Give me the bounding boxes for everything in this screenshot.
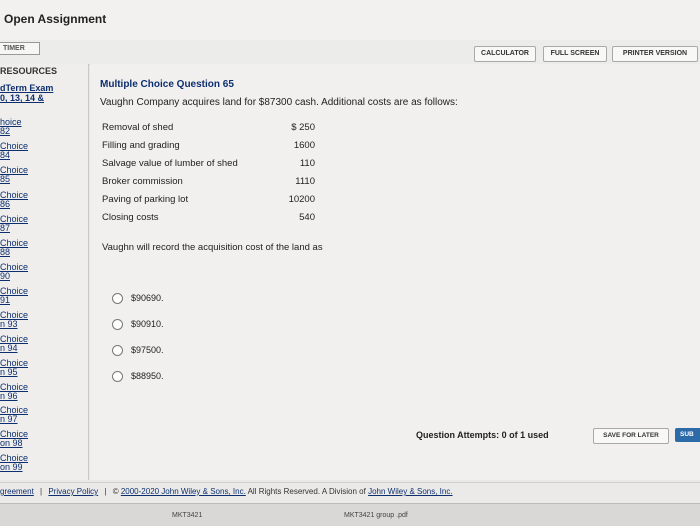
sidebar-choice-number[interactable]: on 98 [0, 438, 23, 449]
sidebar-choice-number[interactable]: 88 [0, 247, 10, 258]
sidebar-choice-number[interactable]: n 93 [0, 319, 18, 330]
privacy-policy-link[interactable]: Privacy Policy [48, 487, 98, 496]
question-panel [90, 64, 700, 480]
agreement-link[interactable]: greement [0, 487, 34, 496]
question-attempts: Question Attempts: 0 of 1 used [416, 430, 549, 440]
window-title: Open Assignment [4, 12, 107, 26]
full-screen-button[interactable]: FULL SCREEN [543, 46, 607, 62]
rights-text: All Rights Reserved. A Division of [247, 487, 366, 496]
cost-value: 10200 [288, 194, 315, 205]
sidebar-choice-number[interactable]: n 97 [0, 414, 18, 425]
sidebar-choice-number[interactable]: 84 [0, 150, 10, 161]
resources-heading: RESOURCES [0, 66, 58, 76]
sidebar-choice-number[interactable]: 85 [0, 174, 10, 185]
download-item[interactable]: MKT3421 group .pdf [344, 512, 408, 519]
radio-button[interactable] [112, 371, 123, 382]
cost-value: 1110 [295, 176, 315, 187]
cost-value: 540 [299, 212, 315, 223]
cost-value: $ 250 [291, 122, 315, 133]
cost-label: Salvage value of lumber of shed [102, 158, 238, 169]
footer-links: greement | Privacy Policy | © 2000-2020 … [0, 487, 453, 496]
answer-option-label[interactable]: $97500. [131, 345, 164, 355]
sidebar-choice-number[interactable]: n 94 [0, 343, 18, 354]
footer-separator: | [104, 487, 107, 496]
calculator-button[interactable]: CALCULATOR [474, 46, 536, 62]
question-text: Vaughn Company acquires land for $87300 … [100, 97, 458, 108]
radio-button[interactable] [112, 345, 123, 356]
sidebar-choice-number[interactable]: 82 [0, 126, 10, 137]
window-titlebar: Open Assignment [0, 0, 700, 41]
cost-label: Closing costs [102, 212, 159, 223]
copyright-link[interactable]: 2000-2020 John Wiley & Sons, Inc. [121, 487, 246, 496]
cost-value: 110 [299, 158, 315, 169]
timer-button[interactable]: TIMER [0, 42, 40, 55]
cost-value: 1600 [293, 140, 315, 151]
radio-button[interactable] [112, 293, 123, 304]
sidebar-choice-number[interactable]: 86 [0, 199, 10, 210]
download-item[interactable]: MKT3421 [172, 512, 202, 519]
exam-link-line2[interactable]: 0, 13, 14 & [0, 93, 44, 103]
answer-option-label[interactable]: $88950. [131, 371, 164, 381]
sidebar-choice-number[interactable]: n 96 [0, 391, 18, 402]
cost-label: Paving of parking lot [102, 194, 189, 205]
sidebar-choice-number[interactable]: n 95 [0, 367, 18, 378]
sidebar-choice-number[interactable]: 90 [0, 271, 10, 282]
answer-option-label[interactable]: $90910. [131, 319, 164, 329]
sidebar-choice-number[interactable]: on 99 [0, 462, 23, 473]
exam-link[interactable]: dTerm Exam [0, 83, 53, 93]
sidebar-choice-number[interactable]: 87 [0, 223, 10, 234]
radio-button[interactable] [112, 319, 123, 330]
question-title: Multiple Choice Question 65 [100, 79, 234, 90]
sidebar-choice-number[interactable]: 91 [0, 295, 10, 306]
answer-option-label[interactable]: $90690. [131, 293, 164, 303]
question-prompt: Vaughn will record the acquisition cost … [102, 242, 323, 253]
save-for-later-button[interactable]: SAVE FOR LATER [593, 428, 669, 444]
footer-separator: | [40, 487, 43, 496]
cost-label: Filling and grading [102, 140, 180, 151]
cost-label: Broker commission [102, 176, 183, 187]
copyright-symbol: © [112, 487, 119, 496]
printer-version-button[interactable]: PRINTER VERSION [612, 46, 698, 62]
company-link[interactable]: John Wiley & Sons, Inc. [368, 487, 452, 496]
cost-label: Removal of shed [102, 122, 174, 133]
submit-button[interactable]: SUB [675, 428, 700, 442]
